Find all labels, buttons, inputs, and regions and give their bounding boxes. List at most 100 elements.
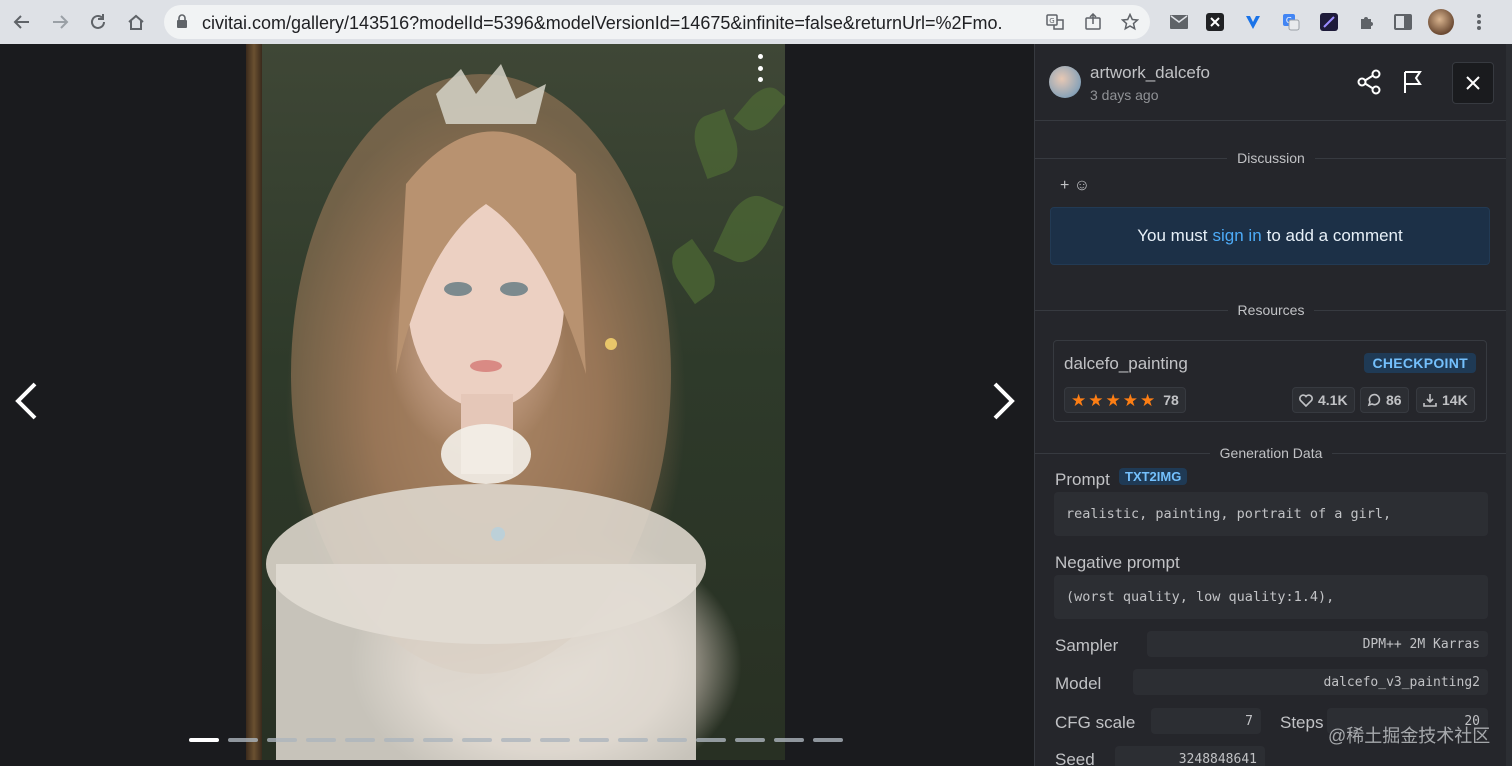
lock-icon <box>177 14 187 28</box>
prev-image-button[interactable] <box>6 376 46 426</box>
image-options-menu[interactable] <box>752 54 768 82</box>
negative-prompt-label: Negative prompt <box>1055 553 1180 572</box>
discussion-divider: Discussion <box>1035 148 1507 168</box>
prompt-value[interactable]: realistic, painting, portrait of a girl, <box>1054 492 1488 536</box>
pagination-dot[interactable] <box>423 738 453 742</box>
username[interactable]: artwork_dalcefo <box>1090 63 1210 83</box>
profile-avatar[interactable] <box>1428 9 1454 35</box>
star-icon: ★ <box>1088 390 1104 410</box>
user-avatar[interactable] <box>1049 66 1081 98</box>
resource-name[interactable]: dalcefo_painting <box>1064 354 1188 374</box>
pagination-dot[interactable] <box>696 738 726 742</box>
pagination-dot[interactable] <box>774 738 804 742</box>
downloads-stat: 14K <box>1416 387 1475 413</box>
details-panel: artwork_dalcefo 3 days ago Discussion + … <box>1034 44 1507 766</box>
pagination-dot[interactable] <box>267 738 297 742</box>
download-icon <box>1423 394 1437 407</box>
extension-x-icon[interactable] <box>1202 9 1228 35</box>
heart-icon <box>1299 393 1313 407</box>
sampler-label: Sampler <box>1055 636 1119 655</box>
model-value[interactable]: dalcefo_v3_painting2 <box>1133 669 1488 695</box>
generation-divider: Generation Data <box>1035 443 1507 463</box>
close-icon <box>1466 76 1480 90</box>
gallery-image[interactable] <box>246 44 785 760</box>
txt2img-badge: TXT2IMG <box>1119 468 1188 485</box>
extension-dark-icon[interactable] <box>1316 9 1342 35</box>
side-panel-icon[interactable] <box>1390 9 1416 35</box>
forward-icon[interactable] <box>46 8 74 36</box>
share-page-icon[interactable] <box>1082 11 1104 33</box>
seed-value[interactable]: 3248848641 <box>1115 746 1265 766</box>
pagination-dot[interactable] <box>735 738 765 742</box>
post-time: 3 days ago <box>1090 87 1159 103</box>
back-icon[interactable] <box>8 8 36 36</box>
share-icon <box>1357 69 1381 95</box>
star-icon: ★ <box>1105 390 1121 410</box>
panel-scrollbar[interactable] <box>1506 44 1512 766</box>
prompt-label: Prompt <box>1055 470 1110 489</box>
signin-alert: You must sign in to add a comment <box>1050 207 1490 265</box>
translate-icon[interactable]: G <box>1044 11 1066 33</box>
sampler-value[interactable]: DPM++ 2M Karras <box>1147 631 1488 657</box>
rating-stars: ★ ★ ★ ★ ★ <box>1071 392 1155 409</box>
translate-extension-icon[interactable]: G <box>1278 9 1304 35</box>
pagination-dot[interactable] <box>462 738 492 742</box>
next-image-button[interactable] <box>984 376 1024 426</box>
pagination-dot[interactable] <box>384 738 414 742</box>
home-icon[interactable] <box>122 8 150 36</box>
star-icon: ★ <box>1140 390 1156 410</box>
rating-count: 78 <box>1163 392 1179 408</box>
pagination-dot[interactable] <box>540 738 570 742</box>
image-pagination <box>189 738 843 742</box>
pagination-dot[interactable] <box>306 738 336 742</box>
extensions-puzzle-icon[interactable] <box>1354 9 1380 35</box>
pagination-dot[interactable] <box>813 738 843 742</box>
pagination-dot[interactable] <box>189 738 219 742</box>
likes-count: 4.1K <box>1318 392 1348 408</box>
comments-count: 86 <box>1386 392 1402 408</box>
add-reaction-button[interactable]: + ☺ <box>1060 177 1090 195</box>
flag-icon <box>1404 71 1422 93</box>
image-viewer <box>0 44 1034 766</box>
bookmark-star-icon[interactable] <box>1119 11 1141 33</box>
cfg-scale-label: CFG scale <box>1055 713 1136 732</box>
address-bar[interactable]: civitai.com/gallery/143516?modelId=5396&… <box>164 5 1150 39</box>
signin-suffix: to add a comment <box>1266 226 1403 245</box>
pagination-dot[interactable] <box>228 738 258 742</box>
cfg-scale-value[interactable]: 7 <box>1151 708 1261 734</box>
star-icon: ★ <box>1122 390 1138 410</box>
chrome-menu-icon[interactable] <box>1466 9 1492 35</box>
comments-stat: 86 <box>1360 387 1409 413</box>
negative-prompt-value[interactable]: (worst quality, low quality:1.4), <box>1054 575 1488 619</box>
model-label: Model <box>1055 674 1102 693</box>
likes-stat: 4.1K <box>1292 387 1355 413</box>
signin-prefix: You must <box>1137 226 1208 245</box>
report-button[interactable] <box>1393 62 1433 102</box>
extension-v-icon[interactable] <box>1240 9 1266 35</box>
mail-icon[interactable] <box>1166 9 1192 35</box>
discussion-title: Discussion <box>1237 150 1305 166</box>
close-button[interactable] <box>1452 62 1494 104</box>
resources-divider: Resources <box>1035 300 1507 320</box>
panel-header: artwork_dalcefo 3 days ago <box>1035 44 1507 121</box>
url-text[interactable]: civitai.com/gallery/143516?modelId=5396&… <box>202 13 1002 34</box>
reload-icon[interactable] <box>84 8 112 36</box>
seed-label: Seed <box>1055 750 1095 766</box>
resource-type-badge: CHECKPOINT <box>1364 353 1476 373</box>
sign-in-link[interactable]: sign in <box>1213 226 1262 246</box>
resources-title: Resources <box>1237 302 1305 318</box>
pagination-dot[interactable] <box>579 738 609 742</box>
portrait-figure <box>266 64 706 760</box>
svg-text:G: G <box>1049 17 1054 25</box>
watermark: @稀土掘金技术社区 <box>1328 726 1491 746</box>
star-icon: ★ <box>1071 390 1087 410</box>
pagination-dot[interactable] <box>501 738 531 742</box>
steps-label: Steps <box>1280 713 1324 732</box>
pagination-dot[interactable] <box>345 738 375 742</box>
pagination-dot[interactable] <box>618 738 648 742</box>
resource-card[interactable]: dalcefo_painting CHECKPOINT ★ ★ ★ ★ ★ 78 4.1… <box>1053 340 1487 422</box>
share-button[interactable] <box>1349 62 1389 102</box>
rating-badge: ★ ★ ★ ★ ★ 78 <box>1064 387 1186 413</box>
downloads-count: 14K <box>1442 392 1468 408</box>
pagination-dot[interactable] <box>657 738 687 742</box>
